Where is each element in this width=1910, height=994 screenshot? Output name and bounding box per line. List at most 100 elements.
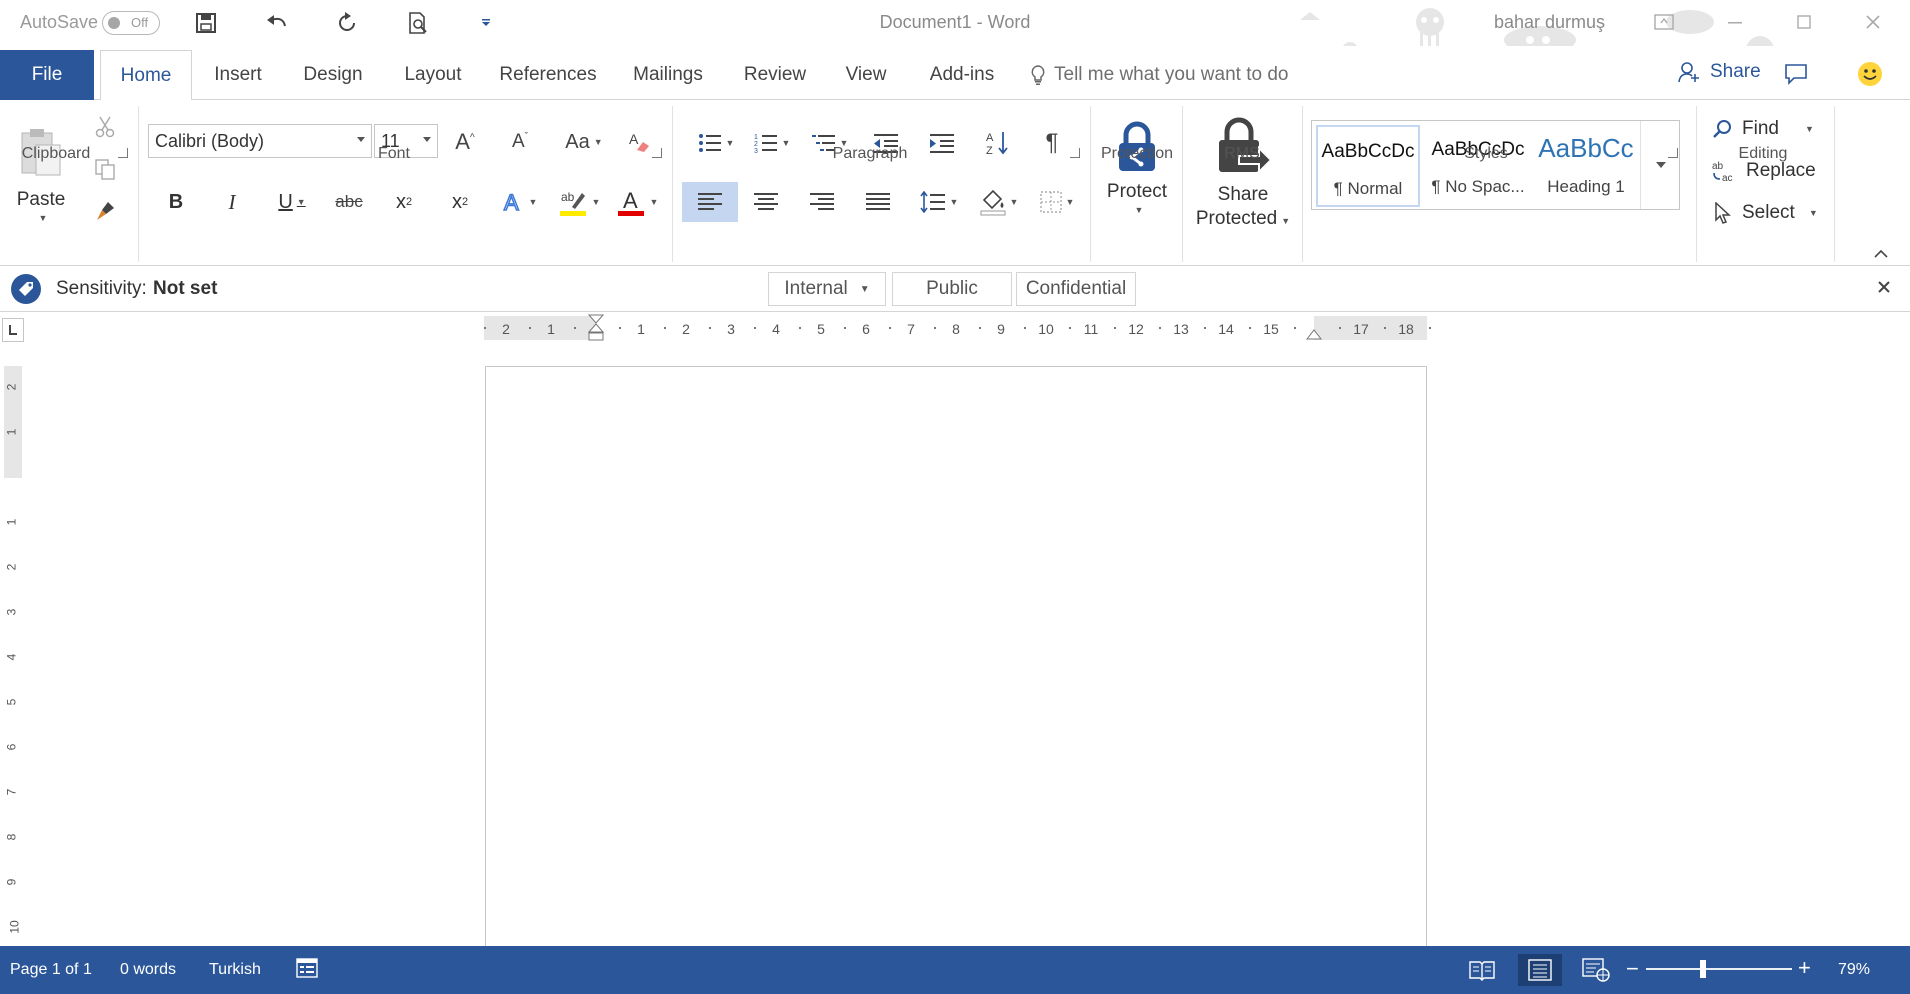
style-normal[interactable]: AaBbCcDc ¶ Normal — [1316, 125, 1420, 207]
vertical-ruler-number: 2 — [4, 563, 19, 571]
comments-button[interactable] — [1784, 63, 1808, 90]
document-page[interactable] — [485, 366, 1427, 946]
sensitivity-icon-wrap — [10, 273, 42, 310]
tab-review[interactable]: Review — [738, 50, 812, 100]
font-name-combobox[interactable]: Calibri (Body) — [148, 124, 372, 158]
zoom-out-button[interactable]: − — [1626, 956, 1639, 982]
page-count[interactable]: Page 1 of 1 — [10, 961, 92, 979]
word-count[interactable]: 0 words — [120, 961, 176, 979]
word-window: AutoSave Off Document1 - Word bahar durm… — [0, 0, 1910, 994]
chevron-down-icon — [423, 137, 431, 142]
print-layout-button[interactable] — [1518, 954, 1562, 986]
italic-button[interactable]: I — [214, 184, 250, 220]
sensitivity-internal-button[interactable]: Internal ▼ — [768, 272, 886, 306]
sensitivity-confidential-button[interactable]: Confidential — [1016, 272, 1136, 306]
underline-button[interactable]: U ▼ — [268, 184, 316, 220]
subscript-button[interactable]: x2 — [386, 184, 422, 220]
read-mode-button[interactable] — [1460, 954, 1504, 986]
clear-formatting-button[interactable]: A — [622, 126, 656, 158]
tab-design[interactable]: Design — [296, 50, 370, 100]
tab-insert[interactable]: Insert — [204, 50, 272, 100]
paste-dropdown-caret: ▼ — [38, 213, 48, 223]
sort-button[interactable]: AZ — [980, 126, 1016, 160]
tab-mailings[interactable]: Mailings — [628, 50, 708, 100]
tab-stop-selector[interactable] — [2, 318, 24, 342]
group-separator — [1090, 106, 1091, 262]
find-button[interactable]: Find ▼ — [1712, 114, 1824, 144]
font-color-button[interactable]: A ▼ — [612, 184, 662, 220]
collapse-ribbon-button[interactable] — [1868, 246, 1894, 262]
ruler-tick-mark — [1203, 327, 1206, 329]
strikethrough-button[interactable]: abc — [330, 184, 368, 220]
zoom-in-button[interactable]: + — [1798, 955, 1811, 981]
title-bar: AutoSave Off Document1 - Word bahar durm… — [0, 0, 1910, 64]
zoom-level[interactable]: 79% — [1838, 961, 1870, 979]
grow-font-button[interactable]: A^ — [448, 126, 482, 158]
clipboard-dialog-launcher[interactable] — [118, 148, 128, 158]
shading-button[interactable]: ▼ — [974, 182, 1024, 222]
share-protected-button[interactable]: Share Protected ▼ — [1190, 108, 1296, 238]
shrink-font-button[interactable]: Aˇ — [503, 126, 537, 158]
styles-more-button[interactable] — [1640, 121, 1680, 209]
macro-recording-button[interactable] — [296, 958, 318, 983]
tab-add-ins[interactable]: Add-ins — [920, 50, 1004, 100]
bold-button[interactable]: B — [158, 184, 194, 220]
format-painter-button[interactable] — [90, 196, 120, 226]
vertical-ruler-number: 8 — [4, 833, 19, 841]
tell-me-search[interactable]: Tell me what you want to do — [1030, 64, 1288, 86]
language-indicator[interactable]: Turkish — [209, 961, 261, 979]
book-icon — [1469, 961, 1495, 981]
style-no-spacing[interactable]: AaBbCcDc ¶ No Spac... — [1426, 125, 1530, 207]
superscript-button[interactable]: x2 — [442, 184, 478, 220]
select-button[interactable]: Select ▼ — [1712, 198, 1824, 228]
user-name[interactable]: bahar durmuş — [1494, 12, 1605, 33]
style-heading-1[interactable]: AaBbCc Heading 1 — [1534, 125, 1638, 207]
share-button[interactable]: Share — [1678, 61, 1761, 83]
increase-indent-button[interactable] — [924, 126, 960, 160]
highlight-color-button[interactable]: ab ▼ — [554, 184, 604, 220]
tab-file[interactable]: File — [0, 50, 94, 100]
numbering-button[interactable]: 123 ▼ — [748, 126, 796, 160]
justify-button[interactable] — [858, 182, 898, 222]
indent-marker-icon[interactable] — [588, 314, 604, 348]
minimize-button[interactable] — [1718, 8, 1752, 36]
close-sensitivity-bar-button[interactable] — [1877, 280, 1891, 299]
feedback-button[interactable] — [1856, 60, 1884, 93]
tab-home[interactable]: Home — [100, 50, 192, 101]
tab-layout[interactable]: Layout — [398, 50, 468, 100]
caret-icon: ▼ — [781, 138, 791, 148]
maximize-button[interactable] — [1787, 8, 1821, 36]
ribbon-display-options-button[interactable] — [1647, 8, 1681, 36]
style-sample: AaBbCcDc — [1321, 141, 1415, 162]
close-window-button[interactable] — [1856, 8, 1890, 36]
document-title: Document1 - Word — [879, 12, 1031, 32]
align-left-button[interactable] — [682, 182, 738, 222]
align-center-button[interactable] — [746, 182, 786, 222]
sensitivity-label: Sensitivity: — [56, 278, 147, 299]
replace-label: Replace — [1746, 160, 1816, 181]
styles-dialog-launcher[interactable] — [1668, 148, 1678, 158]
zoom-slider-track[interactable] — [1646, 968, 1792, 970]
paste-button[interactable]: Paste ▼ — [14, 112, 68, 238]
protect-label: Protect — [1106, 181, 1168, 202]
paragraph-dialog-launcher[interactable] — [1070, 148, 1080, 158]
text-effects-button[interactable]: A ▼ — [496, 184, 542, 220]
rms-group-label: RMS — [1224, 145, 1260, 162]
zoom-slider-thumb[interactable] — [1700, 960, 1706, 978]
borders-button[interactable]: ▼ — [1032, 182, 1082, 222]
font-dialog-launcher[interactable] — [652, 148, 662, 158]
bullets-button[interactable]: ▼ — [692, 126, 740, 160]
protect-button[interactable]: Protect ▼ — [1098, 112, 1176, 224]
tab-view[interactable]: View — [840, 50, 892, 100]
sensitivity-public-button[interactable]: Public — [892, 272, 1012, 306]
change-case-button[interactable]: Aa ▼ — [560, 126, 608, 158]
tab-references[interactable]: References — [496, 50, 600, 100]
line-spacing-button[interactable]: ▼ — [914, 182, 964, 222]
web-layout-button[interactable] — [1574, 954, 1618, 986]
cut-button[interactable] — [90, 112, 120, 142]
ruler-tick-mark — [798, 327, 801, 329]
align-right-button[interactable] — [802, 182, 842, 222]
show-formatting-marks-button[interactable]: ¶ — [1034, 126, 1070, 160]
caret-icon: ▼ — [1065, 197, 1075, 207]
right-indent-marker-icon[interactable] — [1306, 326, 1322, 340]
